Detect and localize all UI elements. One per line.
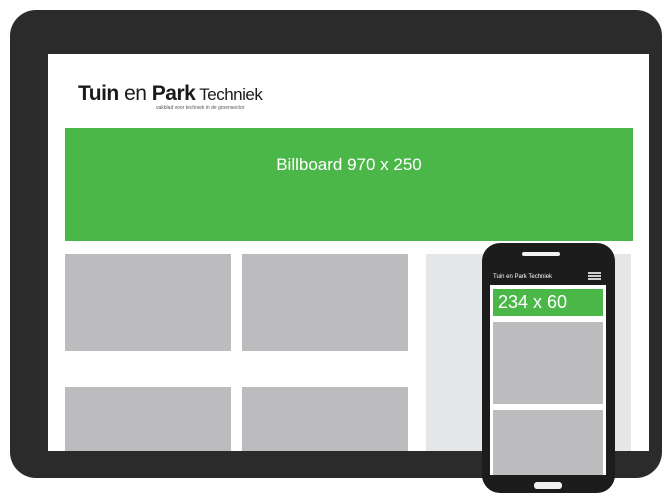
logo-wordmark: Tuin en Park Techniek [78, 82, 263, 105]
hamburger-menu-icon[interactable] [588, 272, 601, 281]
mobile-ad-slot[interactable]: 234 x 60 [493, 289, 603, 316]
phone-speaker [522, 252, 560, 256]
phone-device: Tuin en Park Techniek 234 x 60 [482, 243, 615, 493]
phone-home-button [534, 482, 562, 489]
billboard-ad-slot[interactable]: Billboard 970 x 250 [65, 128, 633, 241]
mobile-ad-label: 234 x 60 [498, 292, 568, 312]
content-tile[interactable] [242, 387, 408, 451]
phone-screen: Tuin en Park Techniek 234 x 60 [490, 268, 606, 475]
content-tile[interactable] [242, 254, 408, 351]
logo-tagline: vakblad voor techniek in de groensector [156, 105, 245, 111]
mobile-content-tile[interactable] [493, 410, 603, 475]
mobile-site-title[interactable]: Tuin en Park Techniek [493, 274, 552, 280]
mobile-content-tile[interactable] [493, 322, 603, 404]
site-logo[interactable]: Tuin en Park Techniek vakblad voor techn… [78, 82, 308, 116]
billboard-label: Billboard 970 x 250 [276, 155, 422, 174]
mobile-header: Tuin en Park Techniek [490, 268, 606, 285]
content-tile[interactable] [65, 387, 231, 451]
content-tile[interactable] [65, 254, 231, 351]
